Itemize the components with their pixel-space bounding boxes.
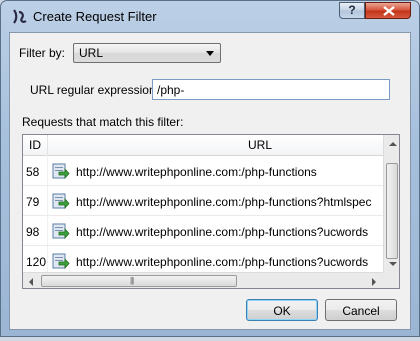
row-url: http://www.writephponline.com:/php-funct…: [76, 195, 372, 209]
scroll-left-icon[interactable]: [29, 278, 33, 286]
scroll-down-icon[interactable]: [389, 262, 397, 266]
title-bar: Create Request Filter ?: [1, 1, 419, 33]
filter-by-value: URL: [79, 46, 104, 60]
vertical-scroll-thumb[interactable]: [386, 163, 398, 259]
grip-icon: |||: [130, 276, 134, 285]
table-row[interactable]: 79 http://www.writephponline.com:/php-fu…: [23, 186, 383, 216]
fiddler-app-icon: [13, 9, 27, 24]
table-header: ID URL: [23, 135, 383, 156]
help-icon: ?: [348, 3, 356, 17]
horizontal-scroll-thumb[interactable]: |||: [41, 275, 237, 287]
close-icon: [383, 6, 395, 16]
request-arrow-icon: [52, 223, 70, 240]
request-arrow-icon: [52, 163, 70, 180]
scroll-up-icon[interactable]: [389, 142, 397, 146]
dialog-window: Create Request Filter ? Filter by: URL U…: [0, 0, 420, 337]
window-title: Create Request Filter: [33, 9, 157, 24]
row-url: http://www.writephponline.com:/php-funct…: [76, 165, 317, 179]
chevron-down-icon: [206, 51, 214, 56]
table-row[interactable]: 58 http://www.writephponline.com:/php-fu…: [23, 156, 383, 186]
request-arrow-icon: [52, 193, 70, 210]
vertical-scrollbar[interactable]: [383, 135, 399, 272]
column-header-url[interactable]: URL: [248, 138, 272, 152]
dialog-body: Filter by: URL URL regular expression: R…: [9, 32, 411, 330]
filter-by-select[interactable]: URL: [73, 43, 221, 63]
row-id: 98: [26, 225, 40, 239]
horizontal-scrollbar[interactable]: |||: [23, 272, 383, 288]
matches-label: Requests that match this filter:: [22, 115, 184, 129]
scroll-right-icon[interactable]: [372, 278, 376, 286]
matches-table: ID URL 58 http://www.writephponline.com:…: [22, 134, 400, 289]
regex-input[interactable]: [152, 79, 390, 100]
row-id: 79: [26, 195, 40, 209]
scrollbar-corner: [383, 272, 399, 288]
cancel-button[interactable]: Cancel: [325, 299, 397, 321]
filter-by-label: Filter by:: [19, 46, 66, 60]
row-url: http://www.writephponline.com:/php-funct…: [76, 225, 369, 239]
table-row[interactable]: 98 http://www.writephponline.com:/php-fu…: [23, 216, 383, 246]
close-button[interactable]: [365, 2, 411, 19]
ok-button[interactable]: OK: [246, 299, 318, 321]
regex-label: URL regular expression:: [30, 83, 159, 97]
column-divider: [47, 135, 48, 155]
column-header-id[interactable]: ID: [29, 138, 41, 152]
row-id: 120: [26, 255, 47, 269]
request-arrow-icon: [52, 253, 70, 270]
row-id: 58: [26, 165, 40, 179]
help-button[interactable]: ?: [339, 2, 365, 19]
row-url: http://www.writephponline.com:/php-funct…: [76, 255, 369, 269]
